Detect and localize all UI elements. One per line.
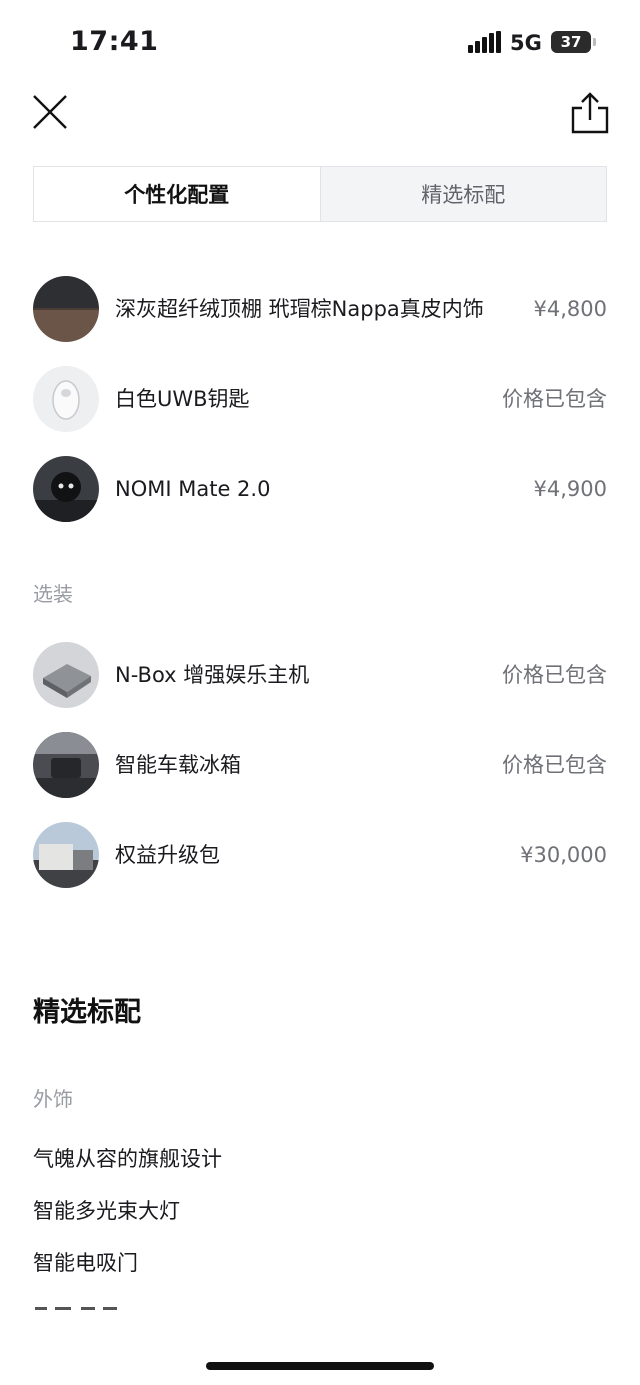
status-bar: 17:41 5G 37 <box>0 0 640 80</box>
list-item-benefits[interactable]: 权益升级包 ¥30,000 <box>33 822 607 888</box>
item-name: 白色UWB钥匙 <box>115 387 250 411</box>
close-icon <box>33 95 67 129</box>
item-price: ¥4,900 <box>533 477 607 501</box>
share-icon <box>571 92 609 134</box>
status-time: 17:41 <box>70 26 159 57</box>
feature-item: 智能多光束大灯 <box>33 1199 180 1223</box>
nomi-thumbnail <box>33 456 99 522</box>
feature-item-cut-off <box>33 1300 123 1310</box>
config-tabs: 个性化配置 精选标配 <box>33 166 607 222</box>
list-item-uwb-key[interactable]: 白色UWB钥匙 价格已包含 <box>33 366 607 432</box>
feature-item: 气魄从容的旗舰设计 <box>33 1147 222 1171</box>
nbox-thumbnail <box>33 642 99 708</box>
item-price: 价格已包含 <box>502 387 607 411</box>
list-item-fridge[interactable]: 智能车载冰箱 价格已包含 <box>33 732 607 798</box>
close-button[interactable] <box>30 92 70 132</box>
item-price: ¥4,800 <box>533 297 607 321</box>
share-button[interactable] <box>568 90 612 136</box>
home-indicator[interactable] <box>206 1362 434 1370</box>
options-section-label: 选装 <box>33 582 73 606</box>
item-price: 价格已包含 <box>502 753 607 777</box>
list-item-nbox[interactable]: N-Box 增强娱乐主机 价格已包含 <box>33 642 607 708</box>
item-name: NOMI Mate 2.0 <box>115 477 271 501</box>
battery-level: 37 <box>560 33 582 51</box>
exterior-section-label: 外饰 <box>33 1087 73 1111</box>
item-name: 深灰超纤绒顶棚 玳瑁棕Nappa真皮内饰 <box>115 297 484 321</box>
network-label: 5G <box>510 31 542 55</box>
tab-standard[interactable]: 精选标配 <box>321 167 607 221</box>
standard-section-title: 精选标配 <box>33 997 141 1028</box>
item-name: 智能车载冰箱 <box>115 753 241 777</box>
battery-icon: 37 <box>551 31 591 53</box>
list-item-interior[interactable]: 深灰超纤绒顶棚 玳瑁棕Nappa真皮内饰 ¥4,800 <box>33 276 607 342</box>
uwb-key-thumbnail <box>33 366 99 432</box>
feature-item: 智能电吸门 <box>33 1251 138 1275</box>
interior-thumbnail <box>33 276 99 342</box>
fridge-thumbnail <box>33 732 99 798</box>
item-price: 价格已包含 <box>502 663 607 687</box>
benefits-thumbnail <box>33 822 99 888</box>
battery-cap <box>593 38 596 46</box>
list-item-nomi[interactable]: NOMI Mate 2.0 ¥4,900 <box>33 456 607 522</box>
item-price: ¥30,000 <box>520 843 607 867</box>
item-name: 权益升级包 <box>115 843 220 867</box>
tab-personalized[interactable]: 个性化配置 <box>34 167 321 221</box>
signal-icon <box>468 31 502 53</box>
item-name: N-Box 增强娱乐主机 <box>115 663 310 687</box>
